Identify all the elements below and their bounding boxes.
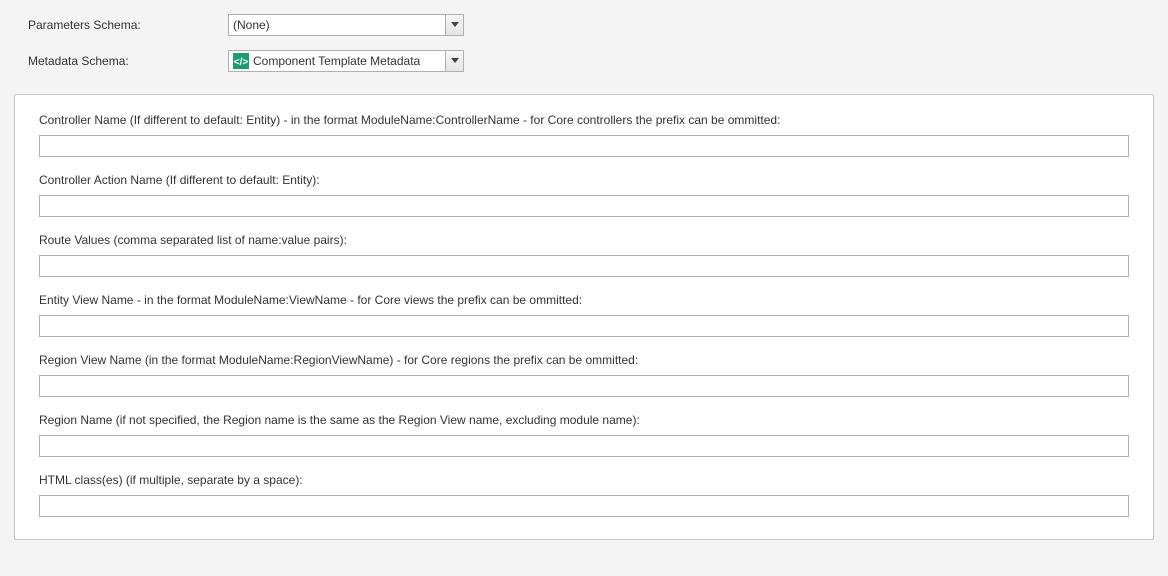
html-classes-input[interactable] [39,495,1129,517]
entity-view-name-input[interactable] [39,315,1129,337]
svg-text:</>: </> [234,57,249,68]
route-values-label: Route Values (comma separated list of na… [39,231,1129,249]
schema-icon: </> [233,53,249,69]
metadata-schema-value: Component Template Metadata [253,54,420,68]
dropdown-arrow-icon [445,51,463,71]
controller-action-name-input[interactable] [39,195,1129,217]
region-view-name-input[interactable] [39,375,1129,397]
html-classes-label: HTML class(es) (if multiple, separate by… [39,471,1129,489]
controller-name-label: Controller Name (If different to default… [39,111,1129,129]
route-values-input[interactable] [39,255,1129,277]
entity-view-name-label: Entity View Name - in the format ModuleN… [39,291,1129,309]
metadata-schema-label: Metadata Schema: [28,54,228,68]
parameters-schema-label: Parameters Schema: [28,18,228,32]
controller-name-input[interactable] [39,135,1129,157]
metadata-schema-select[interactable]: </> Component Template Metadata [228,50,464,72]
metadata-fields-panel: Controller Name (If different to default… [14,94,1154,540]
region-view-name-label: Region View Name (in the format ModuleNa… [39,351,1129,369]
parameters-schema-value: (None) [233,18,270,32]
dropdown-arrow-icon [445,15,463,35]
region-name-input[interactable] [39,435,1129,457]
region-name-label: Region Name (if not specified, the Regio… [39,411,1129,429]
parameters-schema-select[interactable]: (None) [228,14,464,36]
controller-action-name-label: Controller Action Name (If different to … [39,171,1129,189]
